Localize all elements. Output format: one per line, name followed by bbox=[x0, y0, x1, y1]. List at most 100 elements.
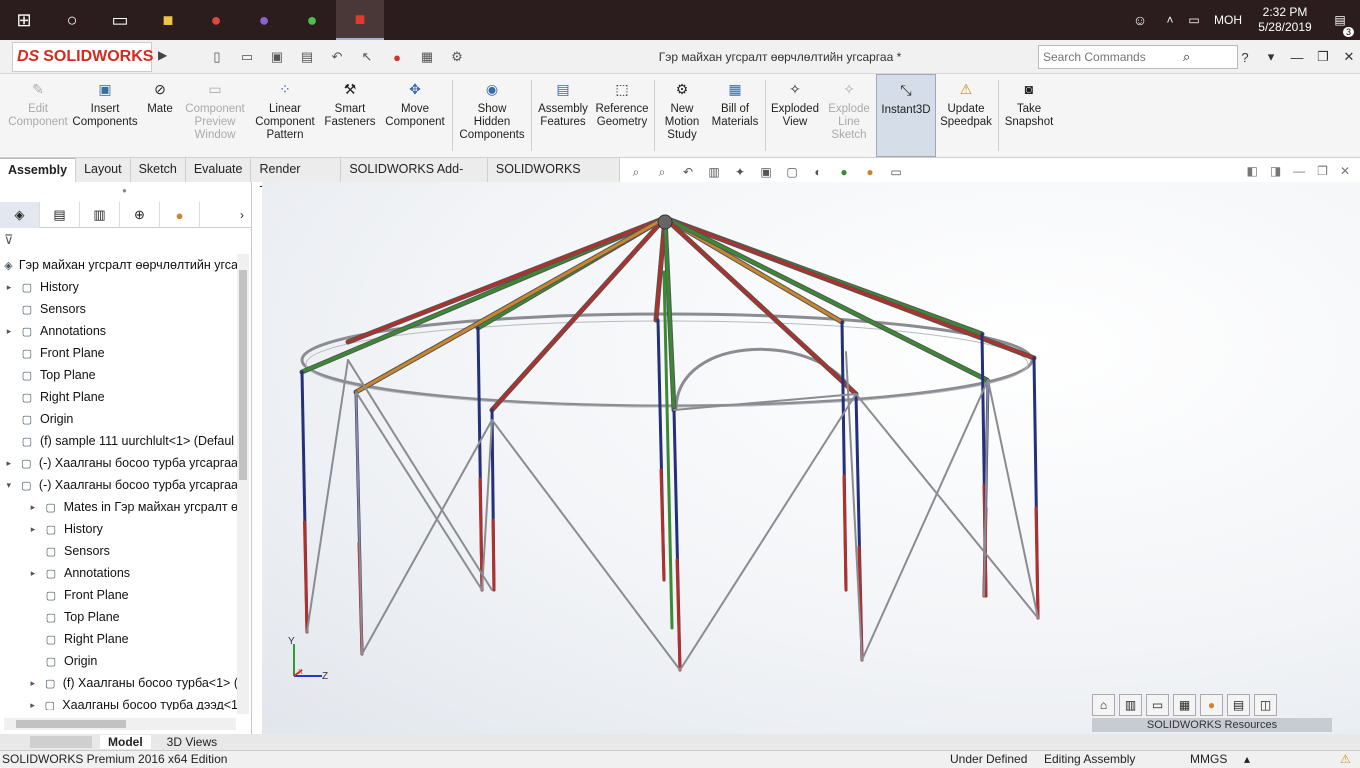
tab-render-tools[interactable]: Render Tools bbox=[251, 158, 342, 198]
restore-icon[interactable]: ❐ bbox=[1312, 46, 1334, 68]
people-icon[interactable]: ☺ bbox=[1122, 0, 1158, 40]
hide-show-icon[interactable]: ◐ bbox=[808, 162, 828, 182]
custom-properties-icon[interactable]: ▤ bbox=[1227, 694, 1250, 716]
tree-item[interactable]: ▢ Front Plane bbox=[0, 584, 238, 606]
tree-item[interactable]: ▸ ▢ Хаалганы босоо турба дээд<1 bbox=[0, 694, 238, 710]
scroll-thumb[interactable] bbox=[239, 270, 247, 480]
display-style-icon[interactable]: ▢ bbox=[782, 162, 802, 182]
design-library-icon[interactable]: ▥ bbox=[1119, 694, 1142, 716]
tile-left-icon[interactable]: ◧ bbox=[1246, 164, 1257, 178]
graphics-area[interactable]: Y Z X ⌂ ▥ ▭ ▦ ● ▤ ◫ SOLIDWORKS Resources bbox=[262, 182, 1360, 734]
solidworks-icon[interactable]: ■ bbox=[336, 0, 384, 40]
expand-icon[interactable]: ▸ bbox=[28, 700, 37, 711]
minimize-icon[interactable]: — bbox=[1286, 46, 1308, 68]
linear-pattern-button[interactable]: ⁘ Linear Component Pattern bbox=[250, 74, 320, 157]
tab-model[interactable]: Model bbox=[100, 735, 151, 749]
expand-icon[interactable]: ▸ bbox=[28, 678, 38, 689]
edit-appearance-icon[interactable]: ● bbox=[834, 162, 854, 182]
units-selector[interactable]: MMGS bbox=[1190, 751, 1227, 768]
tree-item[interactable]: ▢ Right Plane bbox=[0, 628, 238, 650]
print-icon[interactable]: ▤ bbox=[296, 46, 318, 68]
units-dropdown-icon[interactable]: ▴ bbox=[1244, 751, 1250, 768]
rebuild-status-icon[interactable]: ⚠ bbox=[1340, 751, 1351, 768]
tree-item[interactable]: ▢ Right Plane bbox=[0, 386, 238, 408]
file-explorer-icon[interactable]: ▭ bbox=[1146, 694, 1169, 716]
new-document-icon[interactable]: ▯ bbox=[206, 46, 228, 68]
property-manager-tab-icon[interactable]: ▤ bbox=[40, 202, 80, 228]
bill-of-materials-button[interactable]: ▦ Bill of Materials bbox=[707, 74, 763, 157]
viber-icon[interactable]: ● bbox=[240, 0, 288, 40]
tab-3d-views[interactable]: 3D Views bbox=[159, 735, 225, 749]
show-hidden-button[interactable]: ◉ Show Hidden Components bbox=[455, 74, 529, 157]
tree-item[interactable]: ▢ Top Plane bbox=[0, 364, 238, 386]
clock[interactable]: 2:32 PM 5/28/2019 bbox=[1250, 5, 1320, 35]
tree-item[interactable]: ▢ Origin bbox=[0, 650, 238, 672]
section-view-icon[interactable]: ▥ bbox=[704, 162, 724, 182]
tree-item[interactable]: ▸ ▢ Mates in Гэр майхан угсралт ө bbox=[0, 496, 238, 518]
tree-item[interactable]: ▢ Sensors bbox=[0, 298, 238, 320]
options-gear-icon[interactable]: ⚙ bbox=[446, 46, 468, 68]
new-motion-study-button[interactable]: ⚙ New Motion Study bbox=[657, 74, 707, 157]
mate-button[interactable]: ⊘ Mate bbox=[140, 74, 180, 157]
configuration-manager-tab-icon[interactable]: ▥ bbox=[80, 202, 120, 228]
tree-item[interactable]: ▸ ▢ History bbox=[0, 276, 238, 298]
notification-icon[interactable]: ▤ 3 bbox=[1320, 13, 1360, 37]
rebuild-icon[interactable]: ● bbox=[386, 46, 408, 68]
insert-components-button[interactable]: ▣ Insert Components bbox=[70, 74, 140, 157]
edit-component-button[interactable]: ✎ Edit Component bbox=[6, 74, 70, 157]
forum-icon[interactable]: ◫ bbox=[1254, 694, 1277, 716]
scroll-thumb[interactable] bbox=[16, 720, 126, 728]
tree-item[interactable]: ▢ Front Plane bbox=[0, 342, 238, 364]
smart-fasteners-button[interactable]: ⚒ Smart Fasteners bbox=[320, 74, 380, 157]
open-icon[interactable]: ▭ bbox=[236, 46, 258, 68]
wechat-icon[interactable]: ● bbox=[288, 0, 336, 40]
undo-icon[interactable]: ↶ bbox=[326, 46, 348, 68]
expand-icon[interactable]: ▸ bbox=[28, 502, 38, 513]
zoom-area-icon[interactable]: ⌕ bbox=[652, 162, 672, 182]
view-orientation-icon[interactable]: ▣ bbox=[756, 162, 776, 182]
tree-item[interactable]: ▸ ▢ Annotations bbox=[0, 562, 238, 584]
file-explorer-icon[interactable]: ■ bbox=[144, 0, 192, 40]
search-input[interactable] bbox=[1043, 47, 1183, 67]
reference-geometry-button[interactable]: ⬚ Reference Geometry bbox=[592, 74, 652, 157]
search-icon[interactable]: ⌕ bbox=[1183, 49, 1190, 65]
scenes-icon[interactable]: ● bbox=[860, 162, 880, 182]
view-palette-icon[interactable]: ▦ bbox=[1173, 694, 1196, 716]
tree-item[interactable]: ▢ (f) sample 111 uurchlult<1> (Defaul bbox=[0, 430, 238, 452]
file-properties-icon[interactable]: ▦ bbox=[416, 46, 438, 68]
panel-splitter-icon[interactable]: ● bbox=[122, 186, 127, 195]
tree-item[interactable]: ▸ ▢ (f) Хаалганы босоо турба<1> ( bbox=[0, 672, 238, 694]
select-icon[interactable]: ↖ bbox=[356, 46, 378, 68]
help-icon[interactable]: ? bbox=[1234, 46, 1256, 68]
tab-addins[interactable]: SOLIDWORKS Add-Ins bbox=[341, 158, 488, 198]
tab-mbd[interactable]: SOLIDWORKS MBD bbox=[488, 158, 620, 198]
viewport-minimize-icon[interactable]: — bbox=[1293, 164, 1305, 178]
instant3d-button[interactable]: ⤡ Instant3D bbox=[876, 74, 936, 157]
explode-line-sketch-button[interactable]: ✧ Explode Line Sketch bbox=[822, 74, 876, 157]
start-icon[interactable]: ⊞ bbox=[0, 0, 48, 40]
expand-icon[interactable]: ▸ bbox=[28, 524, 38, 535]
zoom-to-fit-icon[interactable]: ⌕ bbox=[626, 162, 646, 182]
task-view-icon[interactable]: ▭ bbox=[96, 0, 144, 40]
solidworks-logo[interactable]: DS SOLIDWORKS bbox=[12, 42, 153, 72]
take-snapshot-button[interactable]: ◙ Take Snapshot bbox=[1001, 74, 1057, 157]
expand-icon[interactable]: ▸ bbox=[4, 282, 14, 293]
tree-item[interactable]: ▸ ▢ (-) Хаалганы босоо турба угсаргаа bbox=[0, 452, 238, 474]
feature-manager-tab-icon[interactable]: ◈ bbox=[0, 202, 40, 228]
language-indicator[interactable]: МОН bbox=[1214, 13, 1242, 27]
expand-icon[interactable]: ▸ bbox=[4, 326, 14, 337]
expand-icon[interactable]: ▸ bbox=[4, 458, 14, 469]
tab-assembly[interactable]: Assembly bbox=[0, 158, 77, 182]
home-icon[interactable]: ⌂ bbox=[1092, 694, 1115, 716]
viewport-restore-icon[interactable]: ❐ bbox=[1317, 164, 1328, 178]
tree-item[interactable]: ▸ ▢ History bbox=[0, 518, 238, 540]
view-settings-icon[interactable]: ▭ bbox=[886, 162, 906, 182]
tab-sketch[interactable]: Sketch bbox=[131, 158, 186, 182]
expand-icon[interactable]: ▾ bbox=[4, 480, 14, 491]
tab-scroll-arrows[interactable] bbox=[30, 736, 92, 748]
tab-layout[interactable]: Layout bbox=[76, 158, 131, 182]
tree-item[interactable]: ▢ Top Plane bbox=[0, 606, 238, 628]
search-commands[interactable]: ⌕ bbox=[1038, 45, 1238, 69]
appearances-icon[interactable]: ● bbox=[1200, 694, 1223, 716]
close-icon[interactable]: ✕ bbox=[1338, 46, 1360, 68]
